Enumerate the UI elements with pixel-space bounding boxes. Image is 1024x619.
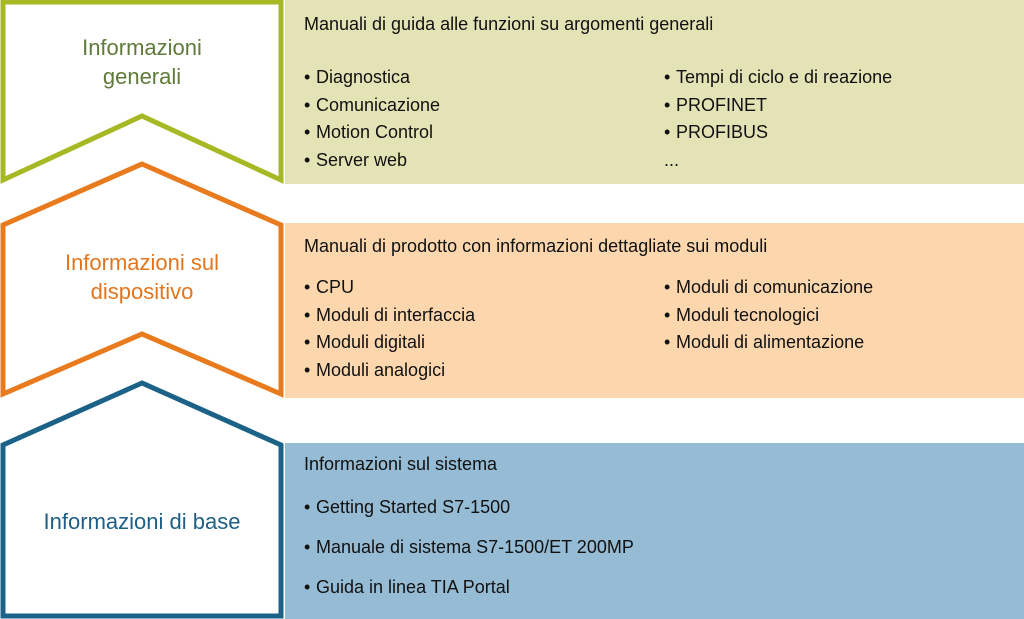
device-info-label: Informazioni sul dispositivo: [64, 250, 220, 304]
base-info-list: Getting Started S7-1500 Manuale di siste…: [304, 487, 634, 607]
base-info-panel: Informazioni sul sistema Getting Started…: [285, 443, 1024, 619]
list-item: Comunicazione: [304, 92, 440, 120]
list-item: Guida in linea TIA Portal: [304, 567, 634, 607]
device-info-list-left: CPU Moduli di interfaccia Moduli digital…: [304, 274, 475, 384]
general-info-list-right: Tempi di ciclo e di reazione PROFINET PR…: [664, 64, 892, 147]
general-info-panel: Manuali di guida alle funzioni su argome…: [285, 0, 1024, 184]
list-item: Motion Control: [304, 119, 440, 147]
list-item: Moduli analogici: [304, 357, 475, 385]
list-item: Moduli digitali: [304, 329, 475, 357]
list-item: Manuale di sistema S7-1500/ET 200MP: [304, 527, 634, 567]
list-item: Moduli tecnologici: [664, 302, 873, 330]
general-info-chevron: [0, 0, 284, 184]
list-item: Moduli di interfaccia: [304, 302, 475, 330]
base-info-heading: Informazioni sul sistema: [304, 454, 498, 474]
device-info-heading: Manuali di prodotto con informazioni det…: [304, 236, 768, 256]
list-item: CPU: [304, 274, 475, 302]
general-info-label: Informazioni generali: [82, 35, 202, 89]
device-info-panel: Manuali di prodotto con informazioni det…: [285, 223, 1024, 398]
general-info-heading: Manuali di guida alle funzioni su argome…: [304, 14, 714, 34]
device-info-list-right: Moduli di comunicazione Moduli tecnologi…: [664, 274, 873, 357]
base-info-label: Informazioni di base: [43, 509, 241, 534]
list-item: PROFINET: [664, 92, 892, 120]
list-item: Moduli di comunicazione: [664, 274, 873, 302]
list-item: Server web: [304, 147, 440, 175]
list-item: PROFIBUS: [664, 119, 892, 147]
list-item: Getting Started S7-1500: [304, 487, 634, 527]
general-info-more-ellipsis: ...: [664, 150, 680, 170]
list-item: Moduli di alimentazione: [664, 329, 873, 357]
list-item: Diagnostica: [304, 64, 440, 92]
base-info-house: [0, 380, 284, 619]
list-item: Tempi di ciclo e di reazione: [664, 64, 892, 92]
general-info-list-left: Diagnostica Comunicazione Motion Control…: [304, 64, 440, 174]
